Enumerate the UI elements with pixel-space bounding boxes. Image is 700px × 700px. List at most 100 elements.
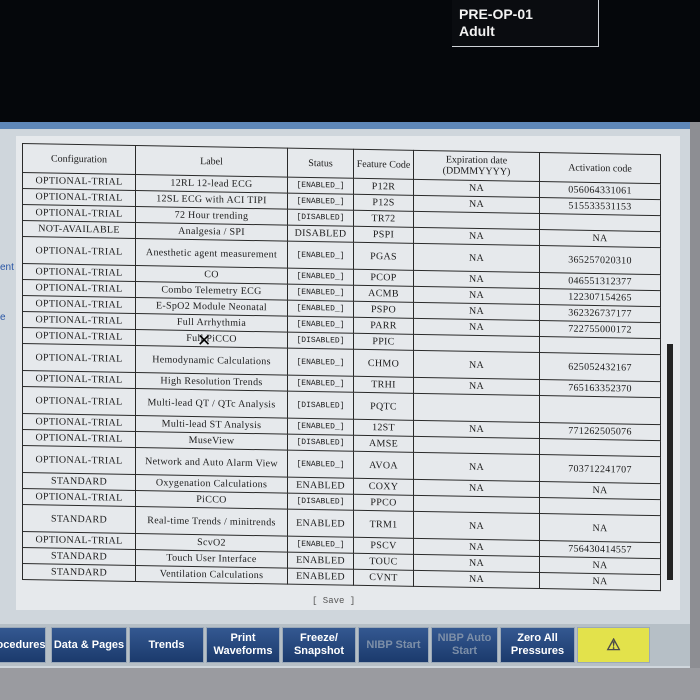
button-label: NIBP Auto Start xyxy=(437,632,492,657)
row-status[interactable]: [DISABLED] xyxy=(287,434,354,452)
button-label: Print Waveforms xyxy=(213,632,273,657)
row-label: Anesthetic agent measurement xyxy=(135,238,288,269)
row-label: Network and Auto Alarm View xyxy=(135,447,288,478)
row-configuration: OPTIONAL-TRIAL xyxy=(22,236,136,266)
table-scrollbar[interactable] xyxy=(667,344,673,580)
button-label: Data & Pages xyxy=(53,638,125,651)
row-feature-code: PSPO xyxy=(353,301,414,319)
button-label: Trends xyxy=(148,638,185,651)
row-activation-code[interactable]: NA xyxy=(539,513,661,543)
row-label: Ventilation Calculations xyxy=(135,565,288,585)
row-status[interactable]: [ENABLED_] xyxy=(287,418,354,436)
procedures-button[interactable]: ocedures xyxy=(0,627,46,663)
alarm-silence-icon: ⚠ xyxy=(606,636,621,654)
row-feature-code: PARR xyxy=(353,317,414,335)
row-expiration-date xyxy=(413,393,540,423)
row-configuration: STANDARD xyxy=(22,504,136,534)
software-options-table-wrapper: Configuration Label Status Feature Code … xyxy=(22,143,661,594)
data-pages-button[interactable]: Data & Pages xyxy=(51,627,127,663)
row-configuration: NOT-AVAILABLE xyxy=(22,220,136,239)
row-feature-code: AVOA xyxy=(353,451,414,480)
row-activation-code[interactable]: NA xyxy=(539,572,661,591)
row-configuration: STANDARD xyxy=(22,472,136,491)
column-header-label: Label xyxy=(135,145,288,178)
row-feature-code: TR72 xyxy=(353,210,414,228)
row-status[interactable]: ENABLED xyxy=(287,568,354,586)
row-status[interactable]: [ENABLED_] xyxy=(287,375,354,393)
row-feature-code: PPCO xyxy=(353,494,414,512)
left-menu-fragment[interactable]: ent xyxy=(0,262,14,273)
patient-info-box[interactable]: PRE-OP-01 Adult xyxy=(452,0,599,47)
row-configuration: OPTIONAL-TRIAL xyxy=(22,279,136,298)
button-label: NIBP Start xyxy=(366,638,421,651)
nibp-auto-start-button[interactable]: NIBP Auto Start xyxy=(431,627,498,663)
row-status[interactable]: [ENABLED_] xyxy=(287,241,354,270)
patient-id: PRE-OP-01 xyxy=(459,6,533,22)
row-feature-code: TRHI xyxy=(353,376,414,394)
row-status[interactable]: [ENABLED_] xyxy=(287,284,354,302)
save-button[interactable]: [ Save ] xyxy=(312,596,355,606)
row-feature-code: CHMO xyxy=(353,349,414,378)
trends-button[interactable]: Trends xyxy=(129,627,204,663)
row-configuration: STANDARD xyxy=(22,547,136,566)
left-menu-fragment[interactable]: e xyxy=(0,312,6,323)
row-status[interactable]: [ENABLED_] xyxy=(287,348,354,377)
row-status[interactable]: DISABLED xyxy=(287,225,354,243)
zero-all-pressures-button[interactable]: Zero All Pressures xyxy=(500,627,575,663)
row-configuration: OPTIONAL-TRIAL xyxy=(22,343,136,373)
row-feature-code: PSPI xyxy=(353,226,414,244)
column-header-activation-code: Activation code xyxy=(539,152,661,184)
row-configuration: OPTIONAL-TRIAL xyxy=(22,488,136,507)
row-status[interactable]: [DISABLED] xyxy=(287,209,354,227)
row-status[interactable]: [ENABLED_] xyxy=(287,193,354,211)
row-configuration: OPTIONAL-TRIAL xyxy=(22,311,136,330)
row-status[interactable]: [ENABLED_] xyxy=(287,316,354,334)
row-feature-code: PCOP xyxy=(353,269,414,287)
button-label: Zero All Pressures xyxy=(510,632,565,657)
nibp-start-button[interactable]: NIBP Start xyxy=(358,627,429,663)
row-status[interactable]: [DISABLED] xyxy=(287,332,354,350)
row-status[interactable]: [ENABLED_] xyxy=(287,177,354,195)
row-configuration: OPTIONAL-TRIAL xyxy=(22,204,136,223)
row-configuration: OPTIONAL-TRIAL xyxy=(22,386,136,416)
row-activation-code[interactable] xyxy=(539,395,661,425)
row-feature-code: TRM1 xyxy=(353,510,414,539)
row-expiration-date: NA xyxy=(413,243,540,273)
row-status[interactable]: ENABLED xyxy=(287,552,354,570)
row-status[interactable]: ENABLED xyxy=(287,477,354,495)
row-expiration-date: NA xyxy=(413,350,540,380)
row-status[interactable]: ENABLED xyxy=(287,509,354,538)
row-configuration: OPTIONAL-TRIAL xyxy=(22,263,136,282)
patient-category: Adult xyxy=(459,23,495,39)
row-configuration: OPTIONAL-TRIAL xyxy=(22,445,136,475)
row-status[interactable]: [ENABLED_] xyxy=(287,536,354,554)
row-configuration: STANDARD xyxy=(22,563,136,582)
row-expiration-date: NA xyxy=(413,570,540,589)
row-label: Multi-lead QT / QTc Analysis xyxy=(135,388,288,419)
row-activation-code[interactable]: 703712241707 xyxy=(539,454,661,484)
row-feature-code: PQTC xyxy=(353,392,414,421)
row-label: Hemodynamic Calculations xyxy=(135,345,288,376)
row-configuration: OPTIONAL-TRIAL xyxy=(22,295,136,314)
row-feature-code: COXY xyxy=(353,478,414,496)
print-waveforms-button[interactable]: Print Waveforms xyxy=(206,627,280,663)
freeze-snapshot-button[interactable]: Freeze/ Snapshot xyxy=(282,627,356,663)
button-label: ocedures xyxy=(0,638,46,651)
row-feature-code: TOUC xyxy=(353,553,414,571)
row-status[interactable]: [ENABLED_] xyxy=(287,300,354,318)
mouse-cursor-icon: ✕ xyxy=(197,331,212,351)
row-activation-code[interactable]: 625052432167 xyxy=(539,352,661,382)
row-status[interactable]: [DISABLED] xyxy=(287,493,354,511)
row-feature-code: CVNT xyxy=(353,569,414,587)
row-status[interactable]: [ENABLED_] xyxy=(287,268,354,286)
row-configuration: OPTIONAL-TRIAL xyxy=(22,327,136,346)
alarm-silence-button[interactable]: ⚠ xyxy=(577,627,650,663)
row-status[interactable]: [ENABLED_] xyxy=(287,450,354,479)
row-configuration: OPTIONAL-TRIAL xyxy=(22,429,136,448)
row-configuration: OPTIONAL-TRIAL xyxy=(22,370,136,389)
row-activation-code[interactable]: 365257020310 xyxy=(539,245,661,275)
row-status[interactable]: [DISABLED] xyxy=(287,391,354,420)
row-feature-code: P12S xyxy=(353,194,414,212)
row-configuration: OPTIONAL-TRIAL xyxy=(22,188,136,207)
row-expiration-date: NA xyxy=(413,452,540,482)
